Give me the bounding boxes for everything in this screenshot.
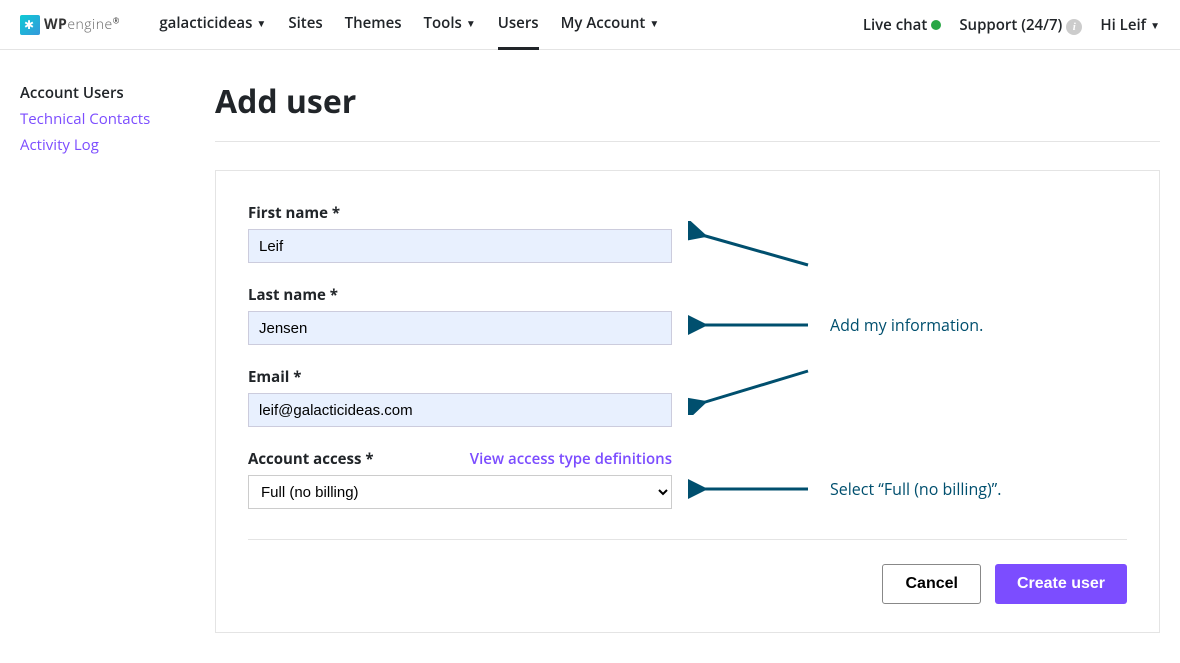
account-access-label: Account access *	[248, 449, 374, 469]
page-title: Add user	[215, 80, 1160, 142]
divider	[248, 539, 1127, 540]
logo[interactable]: WPengine®	[20, 15, 119, 35]
first-name-input[interactable]	[248, 229, 672, 263]
caret-down-icon: ▼	[649, 16, 659, 30]
annotation-info-text: Add my information.	[830, 314, 983, 336]
live-chat[interactable]: Live chat	[863, 15, 942, 35]
email-input[interactable]	[248, 393, 672, 427]
account-access-field: Account access * View access type defini…	[248, 449, 1127, 509]
view-access-definitions-link[interactable]: View access type definitions	[470, 449, 672, 469]
nav-tools-label: Tools	[424, 13, 462, 33]
status-dot-icon	[931, 20, 941, 30]
nav-themes[interactable]: Themes	[345, 0, 402, 50]
caret-down-icon: ▼	[256, 16, 266, 30]
add-user-form: First name * Last name * Add my informat…	[215, 170, 1160, 633]
annotation-arrow-icon	[688, 315, 818, 335]
last-name-field: Last name * Add my information.	[248, 285, 1127, 345]
nav-users[interactable]: Users	[498, 0, 539, 50]
annotation-arrow-icon	[688, 221, 818, 271]
logo-r: ®	[113, 15, 120, 26]
last-name-input[interactable]	[248, 311, 672, 345]
caret-down-icon: ▼	[1150, 18, 1160, 32]
user-menu[interactable]: Hi Leif ▼	[1100, 15, 1160, 35]
logo-wp: WP	[44, 15, 67, 34]
last-name-label: Last name *	[248, 285, 1127, 305]
top-nav: WPengine® galacticideas ▼ Sites Themes To…	[0, 0, 1180, 50]
main-content: Add user First name * Last name * Add my…	[215, 80, 1160, 633]
nav-tools[interactable]: Tools ▼	[424, 0, 476, 50]
first-name-label: First name *	[248, 203, 1127, 223]
annotation-arrow-icon	[688, 479, 818, 499]
cancel-button[interactable]: Cancel	[882, 564, 980, 604]
support-link[interactable]: Support (24/7)i	[959, 15, 1082, 35]
first-name-field: First name *	[248, 203, 1127, 263]
email-field: Email *	[248, 367, 1127, 427]
account-access-select[interactable]: Full (no billing)	[248, 475, 672, 509]
sidebar-item-account-users[interactable]: Account Users	[20, 80, 215, 106]
nav-myaccount[interactable]: My Account▼	[561, 0, 660, 50]
logo-icon	[20, 15, 40, 35]
annotation-access-text: Select “Full (no billing)”.	[830, 478, 1001, 500]
caret-down-icon: ▼	[466, 16, 476, 30]
page-body: Account Users Technical Contacts Activit…	[0, 50, 1180, 663]
email-label: Email *	[248, 367, 1127, 387]
nav-items: galacticideas ▼ Sites Themes Tools ▼ Users…	[159, 0, 659, 50]
form-buttons: Cancel Create user	[248, 564, 1127, 604]
topnav-right: Live chat Support (24/7)i Hi Leif ▼	[863, 15, 1160, 35]
sidebar: Account Users Technical Contacts Activit…	[20, 80, 215, 633]
sidebar-item-activity-log[interactable]: Activity Log	[20, 132, 215, 158]
sidebar-item-technical-contacts[interactable]: Technical Contacts	[20, 106, 215, 132]
logo-engine: engine	[67, 15, 112, 34]
nav-account-dropdown[interactable]: galacticideas ▼	[159, 0, 266, 50]
nav-account-label: galacticideas	[159, 13, 252, 33]
info-icon: i	[1066, 19, 1082, 35]
support-label: Support (24/7)	[959, 15, 1062, 35]
create-user-button[interactable]: Create user	[995, 564, 1127, 604]
nav-myaccount-label: My Account	[561, 13, 646, 33]
live-chat-label: Live chat	[863, 15, 928, 35]
nav-sites[interactable]: Sites	[288, 0, 322, 50]
user-greet-label: Hi Leif	[1100, 15, 1146, 35]
